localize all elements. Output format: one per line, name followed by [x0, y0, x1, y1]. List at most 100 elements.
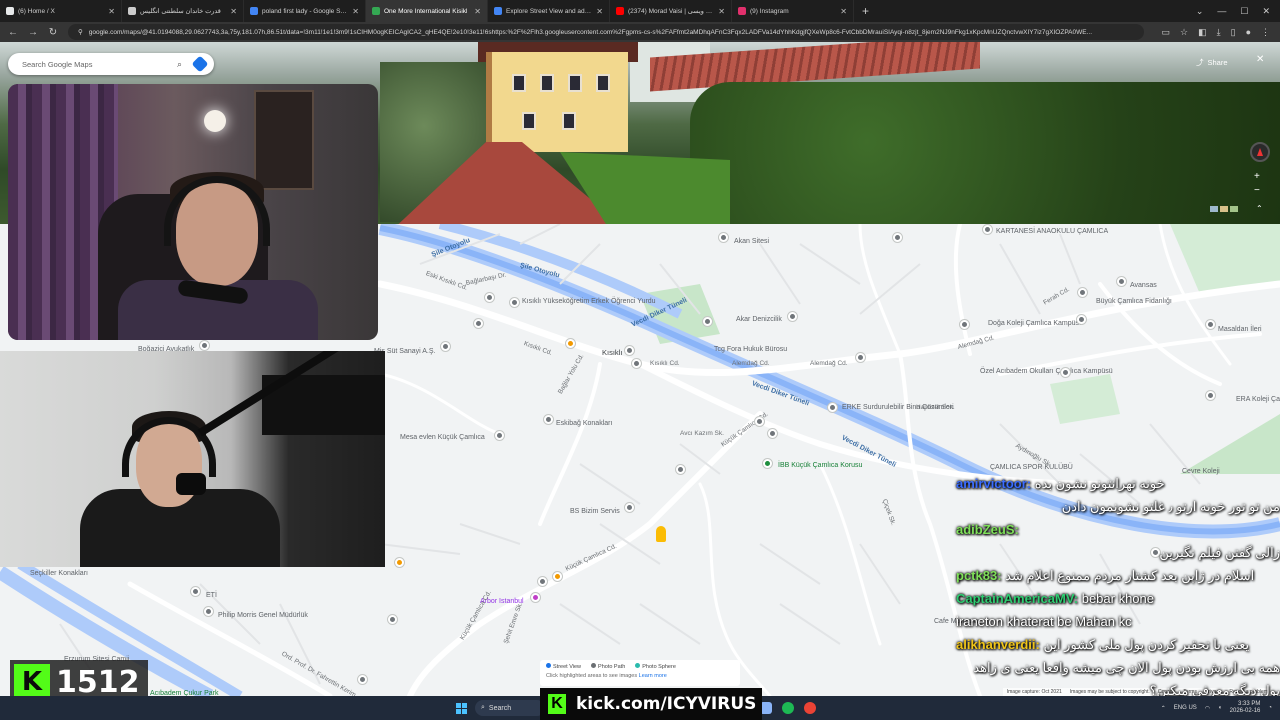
downloads-icon[interactable]: ⤓ — [1217, 27, 1221, 38]
search-icon[interactable]: ⌕ — [177, 59, 182, 70]
map-label[interactable]: Alemdağ Cd. — [810, 360, 848, 367]
forward-icon[interactable]: → — [28, 27, 38, 38]
map-pin-icon[interactable] — [544, 415, 553, 424]
split-view-icon[interactable]: ▯ — [1231, 27, 1236, 38]
map-label[interactable]: ERA Koleji Çamlıca — [1236, 396, 1280, 403]
notification-icon[interactable]: ◔ — [1268, 705, 1272, 711]
map-pin-icon[interactable] — [510, 298, 519, 307]
close-tab-icon[interactable]: ✕ — [474, 7, 481, 16]
map-pin-icon[interactable] — [960, 320, 969, 329]
browser-tab[interactable]: poland first lady - Google Search ✕ — [244, 0, 366, 22]
map-label[interactable]: Kısıklı — [602, 348, 622, 357]
close-tab-icon[interactable]: ✕ — [718, 7, 725, 16]
menu-icon[interactable]: ⋮ — [1261, 27, 1270, 38]
map-pin-icon[interactable] — [388, 615, 397, 624]
map-label[interactable]: Avcı Kazım Sk. — [680, 430, 724, 437]
map-pin-icon[interactable] — [200, 341, 209, 350]
language-indicator[interactable]: ENG US — [1174, 705, 1197, 711]
browser-tab[interactable]: Explore Street View and add yo ✕ — [488, 0, 610, 22]
map-pin-icon[interactable] — [676, 465, 685, 474]
map-label[interactable]: ETİ — [206, 592, 217, 599]
maps-search-box[interactable]: Search Google Maps ⌕ — [8, 53, 214, 75]
map-pin-icon[interactable] — [1117, 277, 1126, 286]
map-label[interactable]: Eskibağ Konakları — [556, 420, 612, 427]
map-pin-icon[interactable] — [441, 342, 450, 351]
map-label[interactable]: Hamiset Sok. — [916, 404, 955, 411]
map-label[interactable]: Masaldan İleri — [1218, 326, 1262, 333]
extension-icon[interactable]: ◧ — [1198, 27, 1207, 38]
browser-tab[interactable]: (6) Home / X ✕ — [0, 0, 122, 22]
map-pin-icon[interactable] — [1061, 368, 1070, 377]
map-label[interactable]: İBB Küçük Çamlıca Korusu — [778, 462, 862, 469]
map-label[interactable]: Kısıklı Cd. — [650, 360, 680, 367]
map-label[interactable]: Kısıklı Yükseköğretim Erkek Öğrenci Yurd… — [522, 298, 656, 305]
directions-icon[interactable] — [191, 55, 209, 73]
map-pin-icon[interactable] — [495, 431, 504, 440]
browser-tab[interactable]: (2374) Morad Vaisi | مراد ویسی ✕ — [610, 0, 732, 22]
map-pin-icon[interactable] — [625, 503, 634, 512]
address-bar[interactable]: ⚲ google.com/maps/@41.0194088,29.0627743… — [68, 24, 1144, 40]
browser-tab[interactable]: قدرت خاندان سلطنتی انگلیس ✕ — [122, 0, 244, 22]
map-pin-icon[interactable] — [1206, 391, 1215, 400]
tab-search-icon[interactable]: ⌄ — [1196, 6, 1204, 17]
map-label[interactable]: KARTANESİ ANAOKULU ÇAMLICA — [996, 228, 1108, 235]
map-label[interactable]: Tcg Fora Hukuk Bürosu — [714, 346, 787, 353]
map-label[interactable]: Philip Morris Genel Müdürlük — [218, 612, 308, 619]
minimize-icon[interactable]: — — [1217, 6, 1226, 16]
wifi-icon[interactable]: ◠ — [1205, 705, 1210, 712]
map-pin-icon[interactable] — [763, 459, 772, 468]
profile-icon[interactable]: ● — [1246, 27, 1251, 38]
close-window-icon[interactable]: ✕ — [1262, 6, 1270, 17]
close-tab-icon[interactable]: ✕ — [840, 7, 847, 16]
map-pin-icon[interactable] — [755, 417, 764, 426]
learn-more-link[interactable]: Learn more — [639, 673, 667, 679]
chrome-icon[interactable] — [804, 702, 816, 714]
expand-icon[interactable]: ⌃ — [1256, 204, 1263, 213]
reload-icon[interactable]: ↻ — [48, 27, 58, 38]
map-label[interactable]: BS Bizim Servis — [570, 508, 620, 515]
map-label[interactable]: Doğa Koleji Çamlıca Kampüsü — [988, 320, 1083, 327]
map-pin-icon[interactable] — [828, 403, 837, 412]
map-pin-icon[interactable] — [474, 319, 483, 328]
map-pin-icon[interactable] — [719, 233, 728, 242]
screen-share-icon[interactable]: ▭ — [1162, 27, 1171, 38]
close-tab-icon[interactable]: ✕ — [596, 7, 603, 16]
bookmark-star-icon[interactable]: ☆ — [1180, 27, 1188, 38]
map-label[interactable]: Avansas — [1130, 282, 1157, 289]
map-label[interactable]: ÇAMLICA SPOR KULÜBÜ — [990, 464, 1073, 471]
map-label[interactable]: Seçkiller Konakları — [30, 570, 88, 577]
map-label[interactable]: Büyük Çamlıca Fidanlığı — [1096, 298, 1172, 305]
map-pin-icon[interactable] — [531, 593, 540, 602]
map-pin-icon[interactable] — [625, 346, 634, 355]
close-street-view-icon[interactable]: ✕ — [1256, 54, 1264, 65]
pegman-icon[interactable] — [656, 526, 666, 542]
map-pin-icon[interactable] — [566, 339, 575, 348]
map-pin-icon[interactable] — [788, 312, 797, 321]
map-label[interactable]: Özel Acıbadem Okulları Çamlıca Kampüsü — [980, 368, 1113, 375]
map-label[interactable]: Akan Sitesi — [734, 238, 769, 245]
map-pin-icon[interactable] — [1206, 320, 1215, 329]
volume-icon[interactable]: ◖ — [1218, 705, 1222, 711]
map-label[interactable]: Alemdağ Cd. — [732, 360, 770, 367]
map-pin-icon[interactable] — [893, 233, 902, 242]
layer-thumbnails[interactable] — [1210, 206, 1238, 212]
browser-tab[interactable]: One More International Kisikl ✕ — [366, 0, 488, 22]
map-pin-icon[interactable] — [358, 675, 367, 684]
map-pin-icon[interactable] — [1077, 315, 1086, 324]
map-pin-icon[interactable] — [703, 317, 712, 326]
clock[interactable]: 3:33 PM 2026-02-16 — [1230, 701, 1261, 715]
site-info-icon[interactable]: ⚲ — [78, 28, 83, 36]
new-tab-button[interactable]: + — [854, 4, 877, 18]
map-pin-icon[interactable] — [538, 577, 547, 586]
map-label[interactable]: Akar Denizcilik — [736, 316, 782, 323]
share-button[interactable]: ⤴ Share — [1196, 54, 1228, 70]
map-pin-icon[interactable] — [768, 429, 777, 438]
close-tab-icon[interactable]: ✕ — [108, 7, 115, 16]
map-pin-icon[interactable] — [485, 293, 494, 302]
taskbar-search[interactable]: ⌕ Search — [475, 700, 545, 716]
map-pin-icon[interactable] — [983, 225, 992, 234]
map-pin-icon[interactable] — [632, 359, 641, 368]
map-label[interactable]: Mesa evlen Küçük Çamlıca — [400, 434, 485, 441]
map-pin-icon[interactable] — [553, 572, 562, 581]
spotify-icon[interactable] — [782, 702, 794, 714]
